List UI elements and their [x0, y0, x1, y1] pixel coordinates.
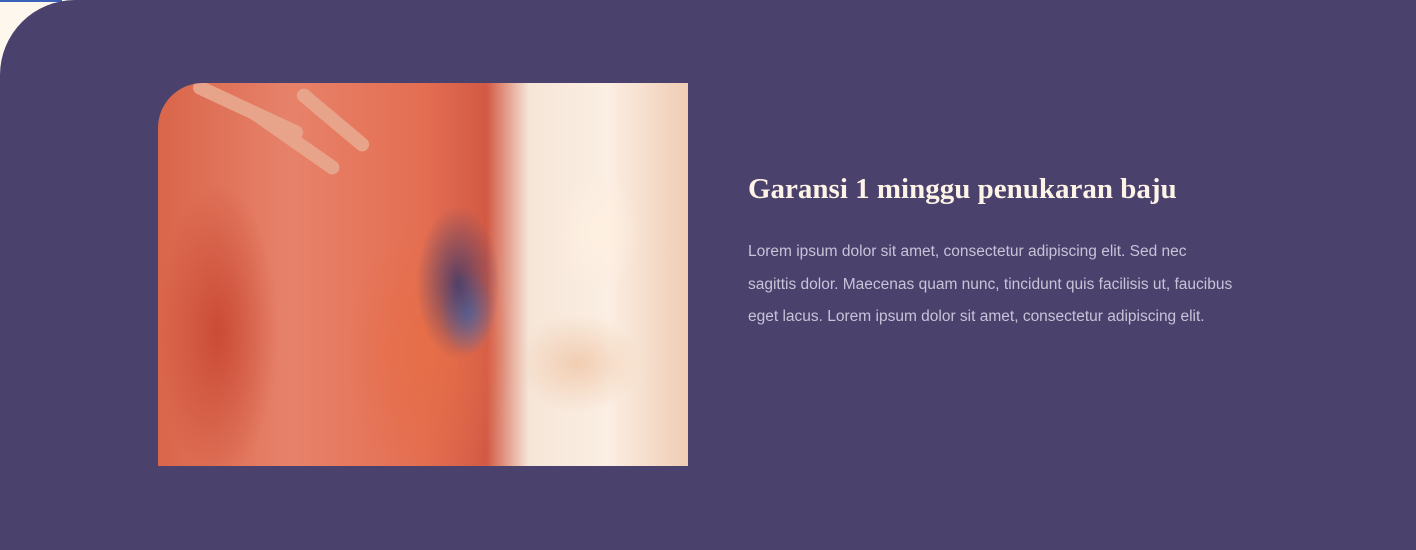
feature-section: Garansi 1 minggu penukaran baju Lorem ip… — [0, 0, 1416, 550]
feature-content: Garansi 1 minggu penukaran baju Lorem ip… — [748, 170, 1238, 334]
feature-title: Garansi 1 minggu penukaran baju — [748, 173, 1177, 205]
feature-description: Lorem ipsum dolor sit amet, consectetur … — [748, 243, 1233, 325]
top-accent-line — [0, 0, 62, 2]
clothing-rack-photo — [158, 83, 688, 466]
